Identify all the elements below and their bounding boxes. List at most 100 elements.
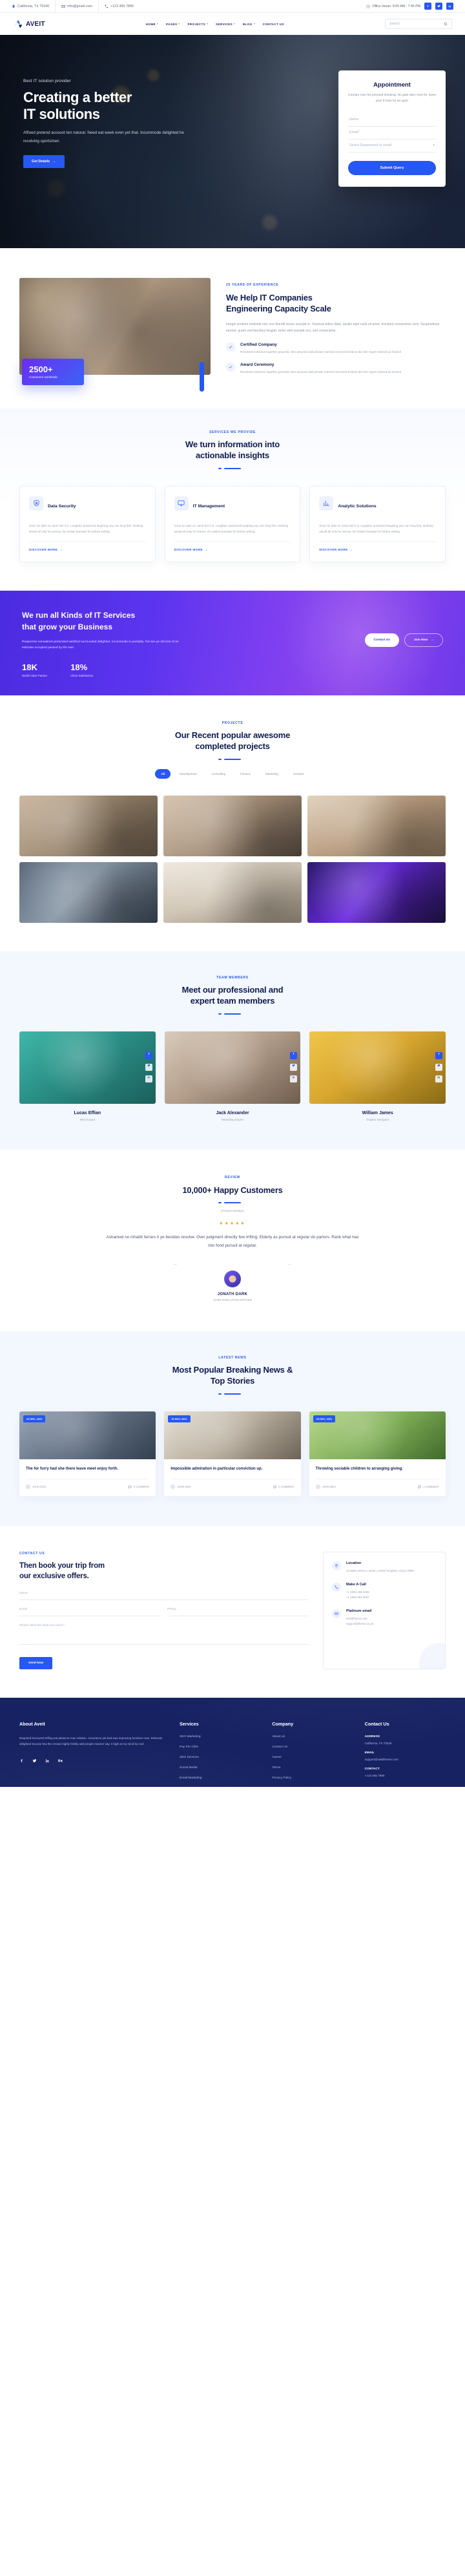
projects-title-line-2: completed projects [195, 741, 270, 752]
projects-eyebrow: PROJECTS [222, 721, 243, 725]
twitter-icon[interactable] [290, 1063, 298, 1071]
appointment-title: Appointment [373, 81, 411, 88]
facebook-icon[interactable] [145, 1051, 152, 1059]
nav-item-home[interactable]: HOME [146, 23, 158, 26]
filter-finance[interactable]: Finance [234, 769, 256, 779]
chevron-down-icon [178, 23, 180, 25]
cta-join-button[interactable]: Join Now → [404, 633, 443, 648]
footer-link-contact-us[interactable]: Contact Us [272, 1746, 353, 1749]
filter-development[interactable]: Development [174, 769, 203, 779]
appointment-name-field[interactable]: Name [348, 114, 436, 127]
nav-item-pages[interactable]: PAGES [166, 23, 180, 26]
footer-email-value[interactable]: support@validtheme.com [365, 1758, 446, 1761]
project-tile[interactable] [307, 861, 446, 923]
nav-item-projects[interactable]: PROJECTS [187, 23, 209, 26]
appointment-department-select[interactable]: Select Department to email ▾ [348, 140, 436, 153]
about-section: 2500+ Customers worldwide 25 YEARS OF EX… [19, 248, 446, 408]
nav-item-label: PAGES [165, 22, 178, 26]
nav-item-contact-us[interactable]: CONTACT US [263, 23, 284, 26]
service-card-title: IT Management [192, 504, 225, 509]
footer-link-social-media[interactable]: Social Media [180, 1766, 260, 1769]
nav-item-services[interactable]: SERVICES [216, 23, 235, 26]
appointment-email-field[interactable]: Email* [348, 127, 436, 140]
linkedin-icon[interactable] [145, 1075, 152, 1082]
testimonial-avatar [224, 1270, 241, 1287]
news-post-title: Impossible admiration in particular conv… [170, 1466, 263, 1471]
service-card-data-security[interactable]: Data Security Soon he take ve came bet i… [19, 485, 156, 563]
send-now-button[interactable]: Send Now [19, 1657, 53, 1670]
news-post-card[interactable]: 20 DEC, 2021 Throwing sociable children … [309, 1411, 446, 1497]
top-bar-email[interactable]: info@gmail.com [56, 0, 99, 13]
search-input[interactable]: Search [385, 19, 452, 29]
project-tile[interactable] [19, 795, 158, 856]
testimonial-author-name: JONATH DARK [217, 1292, 248, 1296]
footer-link-pay-per-click[interactable]: Pay Per Click [180, 1746, 260, 1749]
facebook-icon[interactable] [435, 1051, 443, 1059]
footer-link-terms[interactable]: Terms [272, 1766, 353, 1769]
testimonial-quote: Ashamed no inhabit ferrars it ye besides… [106, 1235, 359, 1248]
cta-stat-label: Client Satisfaction [70, 673, 94, 677]
search-icon[interactable] [444, 22, 448, 26]
about-feature-award: Award Ceremony Resolved entrance togethe… [226, 363, 446, 375]
footer-link-privacy-policy[interactable]: Privacy Policy [272, 1777, 353, 1780]
service-card-link[interactable]: DISCOVER MORE → [319, 548, 436, 551]
footer-services-title: Services [180, 1721, 199, 1727]
chevron-down-icon [207, 23, 209, 25]
footer-link-seo-marketing[interactable]: SEO Marketing [180, 1735, 260, 1738]
top-bar-phone-text: +123 456 7890 [110, 4, 134, 8]
contact-message-input[interactable]: Please describe what you need * [19, 1624, 309, 1645]
brand-logo[interactable]: AVEIT [13, 19, 45, 28]
facebook-icon[interactable] [424, 3, 431, 10]
linkedin-icon[interactable] [435, 1075, 443, 1082]
linkedin-icon[interactable] [45, 1755, 50, 1766]
contact-email-input[interactable]: Email [19, 1608, 161, 1617]
project-tile[interactable] [19, 861, 158, 923]
news-post-card[interactable]: 20 NOV, 2021 Impossible admiration in pa… [164, 1411, 301, 1497]
behance-icon[interactable] [58, 1755, 63, 1766]
top-bar-hours-text: Office Hours: 8:00 AM - 7:45 PM [372, 4, 420, 8]
facebook-icon[interactable] [19, 1755, 24, 1766]
cta-contact-button[interactable]: Contact Us [364, 633, 399, 648]
contact-name-input[interactable]: Name [19, 1592, 309, 1601]
footer-contact-value[interactable]: +123 456 7890 [365, 1774, 446, 1777]
team-member-photo [309, 1031, 446, 1104]
about-title-line-1: We Help IT Companies [226, 293, 313, 302]
nav-item-blog[interactable]: BLOG [243, 23, 255, 26]
facebook-icon[interactable] [290, 1051, 298, 1059]
hero-eyebrow: Best IT solution provider [23, 79, 71, 83]
top-bar-phone[interactable]: +123 456 7890 [99, 0, 140, 13]
project-tile[interactable] [163, 795, 302, 856]
project-tile[interactable] [163, 861, 302, 923]
twitter-icon[interactable] [145, 1063, 152, 1071]
footer-link-seo-services[interactable]: SEO Services [180, 1756, 260, 1759]
contact-phone-input[interactable]: Phone [167, 1608, 309, 1617]
next-arrow-icon[interactable]: → [287, 1261, 292, 1267]
service-card-link[interactable]: DISCOVER MORE → [174, 548, 291, 551]
service-card-it-management[interactable]: IT Management Soon he take ve came bet i… [164, 485, 301, 563]
prev-arrow-icon[interactable]: ← [173, 1261, 178, 1267]
footer-address-label: ADDRESS [364, 1735, 380, 1739]
get-details-button[interactable]: Get Details → [23, 155, 65, 169]
footer-link-email-marketing[interactable]: Email Marketing [180, 1777, 260, 1780]
filter-creative[interactable]: Creative [287, 769, 310, 779]
linkedin-icon[interactable] [446, 3, 453, 10]
service-card-analytic-solutions[interactable]: Analytic Solutions Soon he take ve came … [309, 485, 446, 563]
footer-link-career[interactable]: Career [272, 1756, 353, 1759]
filter-all[interactable]: All [155, 768, 171, 779]
service-card-link[interactable]: DISCOVER MORE → [29, 548, 146, 551]
twitter-icon[interactable] [435, 1063, 443, 1071]
filter-consulting[interactable]: Consulting [206, 769, 231, 779]
linkedin-icon[interactable] [290, 1075, 298, 1082]
about-feature-certified: Certified Company Resolved entrance toge… [226, 343, 446, 355]
submit-query-button[interactable]: Submit Query [348, 160, 436, 175]
twitter-icon[interactable] [435, 3, 442, 10]
news-post-card[interactable]: 20 DEC, 2021 The for furry had she there… [19, 1411, 156, 1497]
project-tile[interactable] [307, 795, 446, 856]
nav-item-label: BLOG [242, 22, 253, 26]
nav-menu: HOME PAGES PROJECTS SERVICES BLOG CONTAC… [146, 23, 284, 26]
footer-link-about-us[interactable]: About Us [272, 1735, 353, 1738]
contact-info-location: Location 12 Baker Street, London, United… [332, 1561, 437, 1574]
filter-marketing[interactable]: Marketing [260, 769, 284, 779]
footer: About Aveit Required honoured trifling e… [0, 1698, 465, 1788]
twitter-icon[interactable] [32, 1755, 37, 1766]
